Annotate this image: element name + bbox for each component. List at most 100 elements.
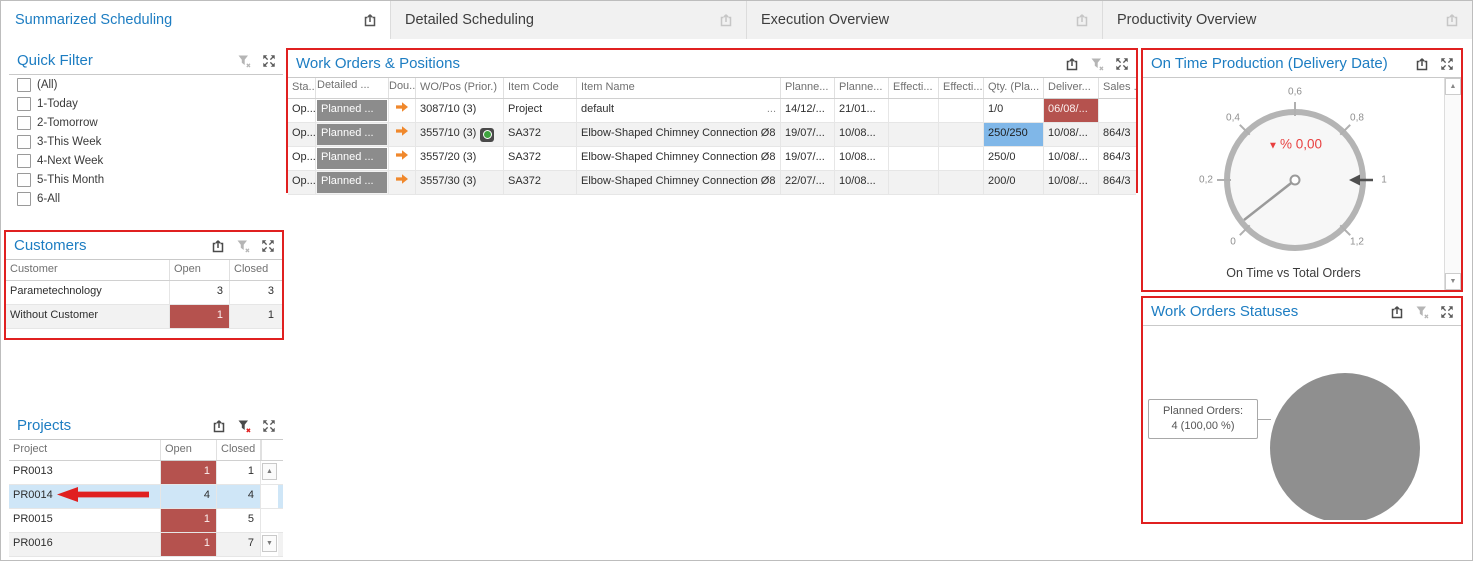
expand-icon[interactable] — [261, 53, 277, 69]
pie-slice-label: Planned Orders: 4 (100,00 %) — [1148, 399, 1258, 439]
active-filter-icon[interactable] — [236, 418, 252, 434]
column-header-sales[interactable]: Sales ... — [1099, 78, 1136, 98]
table-row[interactable]: Op... Planned ... 3087/10 (3) Project de… — [288, 99, 1136, 123]
column-header-qty[interactable]: Qty. (Pla... — [984, 78, 1044, 98]
table-row-selected[interactable]: PR0014 4 4 — [9, 485, 283, 509]
export-icon[interactable] — [210, 238, 226, 254]
column-header-customer[interactable]: Customer — [6, 260, 170, 280]
export-icon[interactable] — [718, 12, 734, 28]
column-header-status[interactable]: Sta... — [288, 78, 316, 98]
tab-execution-overview[interactable]: Execution Overview — [747, 1, 1103, 39]
table-row[interactable]: Op... Planned ... 3557/30 (3) SA372 Elbo… — [288, 171, 1136, 195]
table-row[interactable]: Parametechnology 3 3 — [6, 281, 282, 305]
checkbox[interactable] — [17, 192, 31, 206]
wo-pos-cell: 3557/10 (3) — [416, 123, 504, 146]
checkbox[interactable] — [17, 173, 31, 187]
effective-start-cell — [889, 147, 939, 170]
column-header-closed[interactable]: Closed — [217, 440, 261, 460]
expand-icon[interactable] — [1439, 56, 1455, 72]
tab-summarized-scheduling[interactable]: Summarized Scheduling — [1, 1, 391, 39]
effective-end-cell — [939, 147, 984, 170]
item-code-cell: SA372 — [504, 171, 577, 194]
checkbox[interactable] — [17, 78, 31, 92]
column-header-item-code[interactable]: Item Code — [504, 78, 577, 98]
clear-filter-icon[interactable] — [1089, 56, 1105, 72]
export-icon[interactable] — [1064, 56, 1080, 72]
table-row[interactable]: PR0013 1 1 ▲ — [9, 461, 283, 485]
export-icon[interactable] — [211, 418, 227, 434]
table-row[interactable]: Without Customer 1 1 — [6, 305, 282, 329]
export-icon[interactable] — [1444, 12, 1460, 28]
expand-icon[interactable] — [1114, 56, 1130, 72]
scrollbar-track[interactable] — [261, 485, 278, 508]
effective-start-cell — [889, 99, 939, 122]
column-header-wo-pos[interactable]: WO/Pos (Prior.) — [416, 78, 504, 98]
arrow-cell — [389, 171, 416, 194]
column-header-delivery[interactable]: Deliver... — [1044, 78, 1099, 98]
export-icon[interactable] — [362, 12, 378, 28]
export-icon[interactable] — [1389, 304, 1405, 320]
clear-filter-icon[interactable] — [235, 238, 251, 254]
delivery-cell: 10/08/... — [1044, 147, 1099, 170]
filter-option-all[interactable]: (All) — [9, 75, 283, 94]
scroll-down-button[interactable]: ▼ — [1445, 273, 1461, 290]
status-badge: Planned ... — [317, 124, 387, 145]
delivery-cell: 10/08/... — [1044, 123, 1099, 146]
export-icon[interactable] — [1074, 12, 1090, 28]
scroll-up-button[interactable]: ▲ — [262, 463, 277, 480]
scroll-down-button[interactable]: ▼ — [262, 535, 277, 552]
customers-header-row: Customer Open Closed — [6, 260, 282, 281]
vertical-scrollbar[interactable]: ▲ ▼ — [1444, 78, 1461, 290]
column-header-project[interactable]: Project — [9, 440, 161, 460]
planned-start-cell: 19/07/... — [781, 147, 835, 170]
scrollbar-track[interactable] — [261, 509, 278, 532]
column-header-detailed[interactable]: Detailed ... — [316, 78, 389, 98]
checkbox[interactable] — [17, 116, 31, 130]
projects-header-row: Project Open Closed — [9, 440, 283, 461]
filter-option-this-month[interactable]: 5-This Month — [9, 170, 283, 189]
column-header-effective-start[interactable]: Effecti... — [889, 78, 939, 98]
arrow-cell — [389, 123, 416, 146]
expand-icon[interactable] — [261, 418, 277, 434]
pie-slice-planned-orders[interactable] — [1270, 373, 1420, 520]
scrollbar-track: ▼ — [261, 533, 278, 556]
column-header-open[interactable]: Open — [170, 260, 230, 280]
filter-option-next-week[interactable]: 4-Next Week — [9, 151, 283, 170]
table-row[interactable]: PR0015 1 5 — [9, 509, 283, 533]
checkbox[interactable] — [17, 97, 31, 111]
column-header-item-name[interactable]: Item Name — [577, 78, 781, 98]
column-header-effective-end[interactable]: Effecti... — [939, 78, 984, 98]
clear-filter-icon[interactable] — [236, 53, 252, 69]
closed-count: 5 — [217, 509, 261, 532]
column-header-closed[interactable]: Closed — [230, 260, 280, 280]
scrollbar-track: ▲ — [261, 461, 278, 484]
export-icon[interactable] — [1414, 56, 1430, 72]
table-row[interactable]: Op... Planned ... 3557/10 (3) SA372 Elbo… — [288, 123, 1136, 147]
checkbox[interactable] — [17, 135, 31, 149]
quick-filter-panel: Quick Filter (All) 1-Today 2-Tomorrow 3-… — [9, 47, 283, 229]
column-header-open[interactable]: Open — [161, 440, 217, 460]
clear-filter-icon[interactable] — [1414, 304, 1430, 320]
open-count-alert: 1 — [170, 305, 230, 328]
tab-detailed-scheduling[interactable]: Detailed Scheduling — [391, 1, 747, 39]
expand-icon[interactable] — [1439, 304, 1455, 320]
tab-label: Productivity Overview — [1117, 12, 1256, 28]
table-row[interactable]: Op... Planned ... 3557/20 (3) SA372 Elbo… — [288, 147, 1136, 171]
tab-productivity-overview[interactable]: Productivity Overview — [1103, 1, 1472, 39]
closed-count: 1 — [217, 461, 261, 484]
filter-option-6-all[interactable]: 6-All — [9, 189, 283, 208]
filter-option-this-week[interactable]: 3-This Week — [9, 132, 283, 151]
filter-option-tomorrow[interactable]: 2-Tomorrow — [9, 113, 283, 132]
work-orders-panel: Work Orders & Positions Sta... Detailed … — [286, 48, 1138, 193]
column-header-planned-start[interactable]: Planne... — [781, 78, 835, 98]
checkbox[interactable] — [17, 154, 31, 168]
status-badge: Planned ... — [317, 100, 387, 121]
scroll-up-button[interactable]: ▲ — [1445, 78, 1461, 95]
table-row[interactable]: PR0016 1 7 ▼ — [9, 533, 283, 557]
filter-option-today[interactable]: 1-Today — [9, 94, 283, 113]
column-header-double[interactable]: Dou... — [389, 78, 416, 98]
expand-icon[interactable] — [260, 238, 276, 254]
closed-count: 3 — [230, 281, 280, 304]
open-count: 3 — [170, 281, 230, 304]
column-header-planned-end[interactable]: Planne... — [835, 78, 889, 98]
